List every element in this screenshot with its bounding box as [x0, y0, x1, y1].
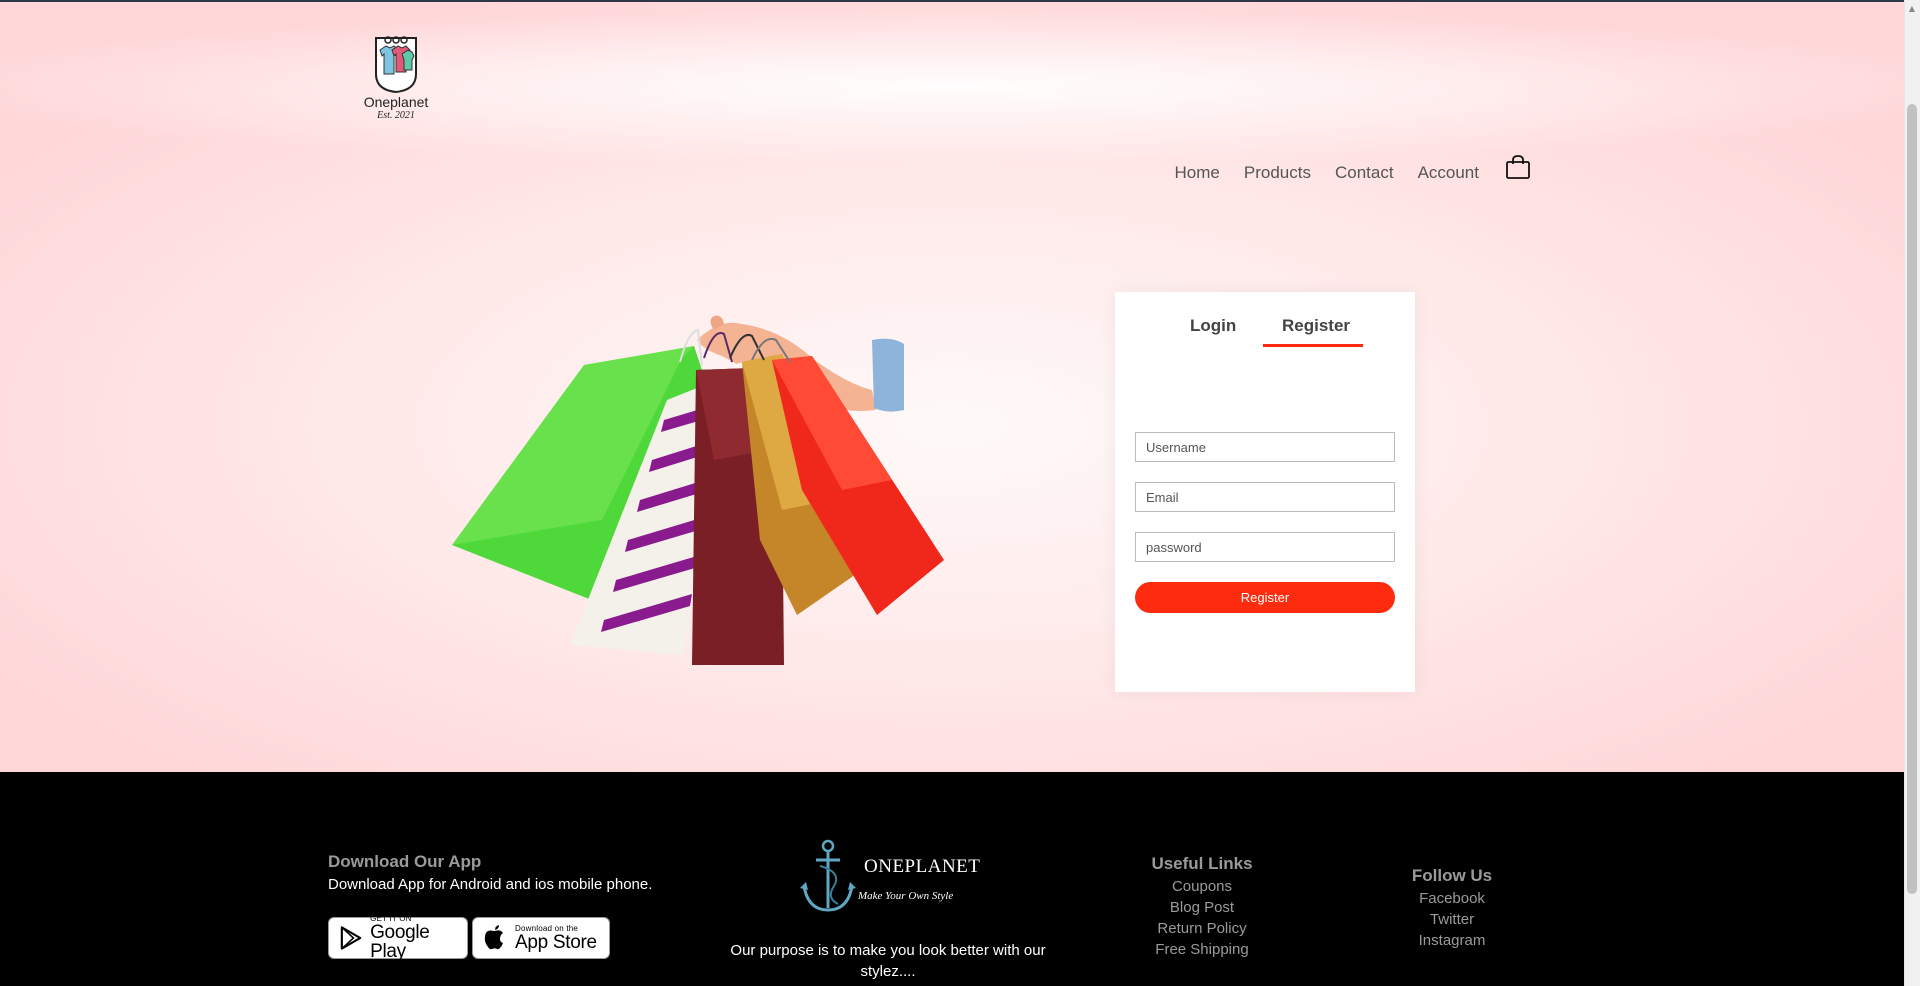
link-free-shipping[interactable]: Free Shipping — [1142, 939, 1262, 960]
google-play-button[interactable]: GET IT ON Google Play — [328, 915, 468, 962]
shopping-bag-icon[interactable] — [1505, 154, 1531, 180]
shopping-bags-image — [452, 315, 944, 665]
main-nav: Home Products Contact Account — [1151, 155, 1531, 186]
download-app-title: Download Our App — [328, 852, 482, 871]
tab-register[interactable]: Register — [1282, 316, 1350, 336]
link-blog-post[interactable]: Blog Post — [1142, 897, 1262, 918]
footer-brand-name: ONEPLANET — [864, 856, 981, 877]
register-button[interactable]: Register — [1135, 582, 1395, 613]
link-coupons[interactable]: Coupons — [1142, 876, 1262, 897]
useful-links-list: Coupons Blog Post Return Policy Free Shi… — [1142, 876, 1262, 960]
auth-card: Login Register Register — [1115, 292, 1415, 692]
app-store-label: App Store — [515, 931, 597, 953]
download-app-subtitle: Download App for Android and ios mobile … — [328, 876, 653, 893]
footer-purpose-text: Our purpose is to make you look better w… — [730, 942, 1046, 980]
link-return-policy[interactable]: Return Policy — [1142, 918, 1262, 939]
useful-links-title: Useful Links — [1151, 854, 1253, 873]
scrollbar-thumb[interactable] — [1907, 104, 1917, 894]
follow-us-list: Facebook Twitter Instagram — [1392, 888, 1512, 951]
anchor-icon — [800, 839, 856, 912]
tab-login[interactable]: Login — [1190, 316, 1236, 336]
google-play-icon — [340, 926, 362, 950]
google-play-label: Google Play — [370, 922, 430, 962]
site-logo[interactable]: Oneplanet Est. 2021 — [358, 34, 434, 126]
footer-brand: ONEPLANET Make Your Own Style — [798, 838, 981, 916]
apple-icon — [484, 925, 503, 950]
link-instagram[interactable]: Instagram — [1392, 930, 1512, 951]
password-input[interactable] — [1135, 532, 1395, 562]
page: Oneplanet Est. 2021 Home Products Contac… — [0, 2, 1904, 986]
footer: Download Our App Download App for Androi… — [0, 772, 1904, 986]
username-input[interactable] — [1135, 432, 1395, 462]
link-facebook[interactable]: Facebook — [1392, 888, 1512, 909]
logo-established: Est. 2021 — [377, 110, 415, 121]
logo-emblem-icon — [375, 36, 417, 94]
logo-name: Oneplanet — [363, 94, 429, 110]
active-tab-indicator — [1263, 344, 1363, 347]
nav-account[interactable]: Account — [1418, 163, 1479, 183]
scroll-up-arrow-icon[interactable]: ▲ — [1907, 4, 1917, 14]
vertical-scrollbar[interactable]: ▲ — [1904, 0, 1920, 986]
nav-home[interactable]: Home — [1175, 163, 1220, 183]
link-twitter[interactable]: Twitter — [1392, 909, 1512, 930]
hero-section: Oneplanet Est. 2021 Home Products Contac… — [0, 2, 1904, 772]
footer-brand-tagline: Make Your Own Style — [858, 890, 954, 902]
nav-products[interactable]: Products — [1244, 163, 1311, 183]
follow-us-title: Follow Us — [1411, 866, 1493, 885]
app-store-button[interactable]: Download on the App Store — [472, 917, 610, 959]
nav-contact[interactable]: Contact — [1335, 163, 1394, 183]
email-input[interactable] — [1135, 482, 1395, 512]
auth-tabs: Login Register — [1115, 316, 1415, 340]
